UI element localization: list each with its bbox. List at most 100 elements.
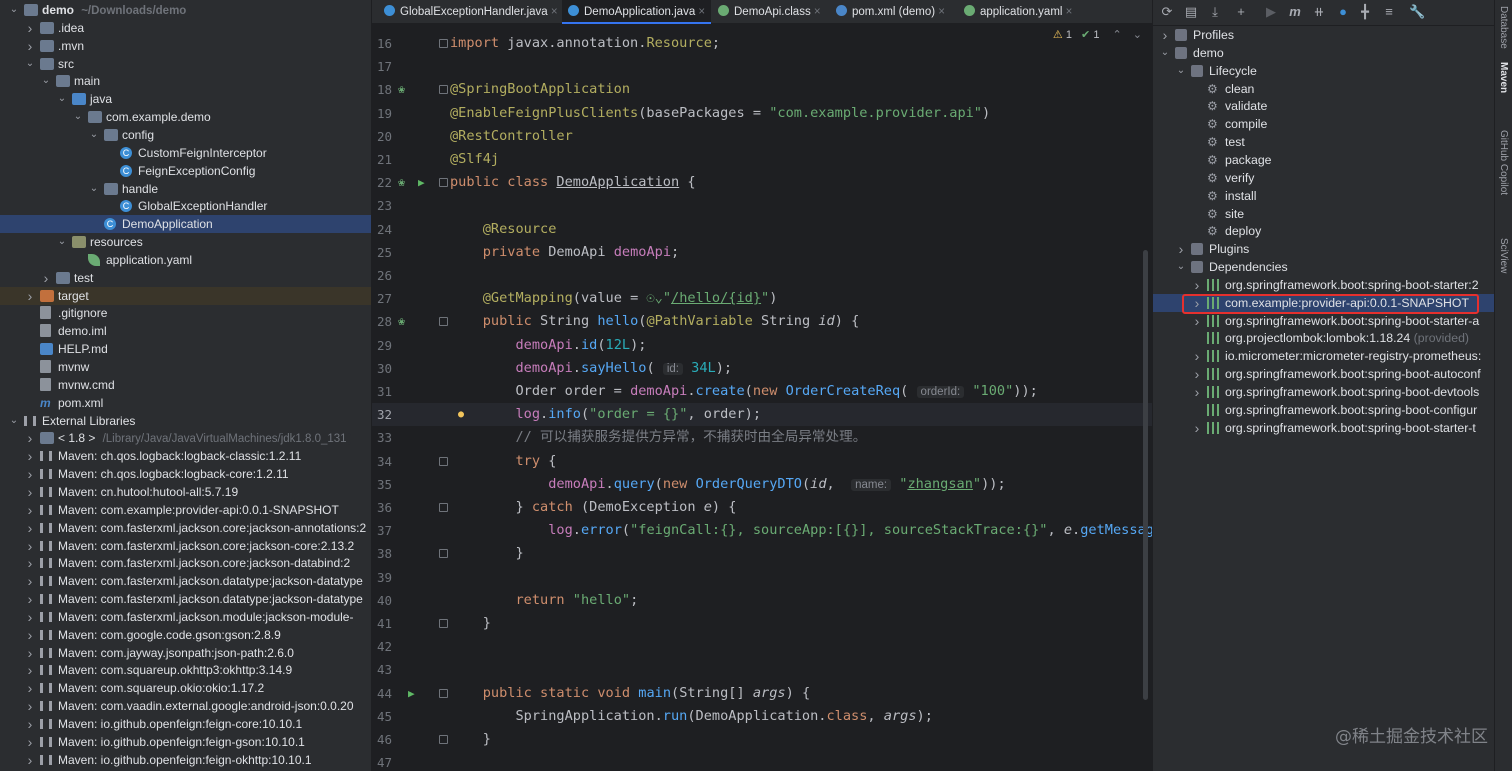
maven-tree-item[interactable]: ⚙ package (1153, 151, 1494, 169)
close-icon[interactable]: × (695, 6, 705, 18)
tree-item[interactable]: › Maven: com.squareup.okhttp3:okhttp:3.14… (0, 661, 371, 679)
tree-item[interactable]: › .idea (0, 19, 371, 37)
chevron-down-icon[interactable]: ⌄ (56, 90, 68, 108)
spring-bean-icon[interactable]: ❀ (398, 78, 405, 101)
tree-item[interactable]: › Maven: com.google.code.gson:gson:2.8.9 (0, 626, 371, 644)
code-line[interactable]: 19 @EnableFeignPlusClients(basePackages =… (372, 102, 1152, 125)
tool-window-database[interactable]: Database (1498, 6, 1509, 49)
chevron-right-icon[interactable]: › (24, 501, 36, 519)
tree-item[interactable]: › Maven: com.fasterxml.jackson.core:jacks… (0, 519, 371, 537)
fold-marker-icon[interactable] (439, 503, 448, 512)
tree-item[interactable]: ⌄ java (0, 90, 371, 108)
chevron-right-icon[interactable]: › (1191, 312, 1203, 330)
tree-item[interactable]: › Maven: io.github.openfeign:feign-gson:1… (0, 733, 371, 751)
tree-item[interactable]: C FeignExceptionConfig (0, 162, 371, 180)
chevron-right-icon[interactable]: › (24, 572, 36, 590)
code-line[interactable]: 39 (372, 566, 1152, 589)
tree-item[interactable]: › Maven: io.github.openfeign:feign-core:1… (0, 715, 371, 733)
chevron-right-icon[interactable]: › (24, 644, 36, 662)
spring-bean-icon[interactable]: ❀ (398, 310, 405, 333)
tree-item[interactable]: › Maven: com.fasterxml.jackson.module:jac… (0, 608, 371, 626)
chevron-right-icon[interactable]: › (24, 751, 36, 769)
tree-item[interactable]: › Maven: com.example:provider-api:0.0.1-S… (0, 501, 371, 519)
code-line[interactable]: 36 } catch (DemoException e) { (372, 496, 1152, 519)
code-line[interactable]: 43 (372, 658, 1152, 681)
chevron-down-icon[interactable]: ⌄ (88, 126, 100, 144)
tree-item[interactable]: demo.iml (0, 322, 371, 340)
chevron-right-icon[interactable]: › (24, 590, 36, 608)
code-line[interactable]: 45 SpringApplication.run(DemoApplication… (372, 705, 1152, 728)
chevron-down-icon[interactable]: ⌄ (72, 108, 84, 126)
chevron-right-icon[interactable]: › (1191, 383, 1203, 401)
tree-item[interactable]: mvnw.cmd (0, 376, 371, 394)
close-icon[interactable]: × (935, 6, 945, 18)
code-line[interactable]: 29 demoApi.id(12L); (372, 334, 1152, 357)
maven-tree-item[interactable]: ⌄ demo (1153, 44, 1494, 62)
tab-demoapi-class[interactable]: DemoApi.class × (712, 0, 827, 24)
chevron-right-icon[interactable]: › (24, 697, 36, 715)
tool-window-sciview[interactable]: SciView (1498, 238, 1509, 273)
chevron-right-icon[interactable]: › (24, 287, 36, 305)
code-line[interactable]: 46 } (372, 728, 1152, 751)
spring-bean-icon[interactable]: ❀ (398, 171, 405, 194)
close-icon[interactable]: × (1062, 6, 1073, 18)
tree-item[interactable]: › Maven: com.fasterxml.jackson.datatype:j… (0, 590, 371, 608)
chevron-down-icon[interactable]: ⌄ (1159, 44, 1171, 62)
tool-window-github-copilot[interactable]: GitHub Copilot (1498, 130, 1509, 195)
chevron-down-icon[interactable]: ⌄ (24, 55, 36, 73)
maven-tree-item[interactable]: › org.springframework.boot:spring-boot-de… (1153, 383, 1494, 401)
chevron-right-icon[interactable]: › (1191, 347, 1203, 365)
fold-marker-icon[interactable] (439, 317, 448, 327)
code-editor[interactable]: ⚠ 1 ✔ 1 ⌃ ⌄ 16 import javax.annotation.Re… (372, 24, 1152, 771)
code-line[interactable]: 22 ❀ ▶ public class DemoApplication { (372, 171, 1152, 194)
code-line[interactable]: 26 (372, 264, 1152, 287)
chevron-right-icon[interactable]: › (24, 447, 36, 465)
maven-tree-item[interactable]: › org.springframework.boot:spring-boot-st… (1153, 276, 1494, 294)
tree-item[interactable]: ⌄ main (0, 72, 371, 90)
maven-tree-item[interactable]: ⚙ verify (1153, 169, 1494, 187)
maven-tree-item[interactable]: › Plugins (1153, 240, 1494, 258)
tree-item[interactable]: ⌄ src (0, 55, 371, 73)
code-line[interactable]: 18 ❀ @SpringBootApplication (372, 78, 1152, 101)
code-line[interactable]: 41 } (372, 612, 1152, 635)
chevron-right-icon[interactable]: › (24, 733, 36, 751)
chevron-down-icon[interactable]: ⌄ (40, 72, 52, 90)
tree-item[interactable]: ⌄ config (0, 126, 371, 144)
chevron-right-icon[interactable]: › (24, 19, 36, 37)
tool-window-maven[interactable]: Maven (1498, 62, 1509, 93)
chevron-right-icon[interactable]: › (24, 519, 36, 537)
chevron-right-icon[interactable]: › (1159, 26, 1171, 44)
tree-item[interactable]: › test (0, 269, 371, 287)
fold-marker-icon[interactable] (439, 619, 448, 628)
add-icon[interactable]: + (1233, 4, 1249, 20)
chevron-down-icon[interactable]: ⌄ (1175, 62, 1187, 80)
tree-item[interactable]: ⌄ com.example.demo (0, 108, 371, 126)
code-line[interactable]: 40 return "hello"; (372, 589, 1152, 612)
chevron-right-icon[interactable]: › (24, 429, 36, 447)
maven-tree-item[interactable]: ⌄ Lifecycle (1153, 62, 1494, 80)
chevron-down-icon[interactable]: ⌄ (56, 233, 68, 251)
fold-marker-icon[interactable] (439, 39, 448, 48)
maven-goal-icon[interactable]: m (1287, 4, 1303, 20)
maven-tree-item[interactable]: › org.springframework.boot:spring-boot-au… (1153, 365, 1494, 383)
tree-item[interactable]: ⌄ handle (0, 180, 371, 198)
chevron-right-icon[interactable]: › (24, 537, 36, 555)
code-line[interactable]: 38 } (372, 542, 1152, 565)
fold-marker-icon[interactable] (439, 178, 448, 188)
maven-tree-item[interactable]: › org.springframework.boot:spring-boot-st… (1153, 419, 1494, 437)
tree-item[interactable]: m pom.xml (0, 394, 371, 412)
code-line[interactable]: 23 (372, 194, 1152, 217)
maven-tree-item[interactable]: ⌄ Dependencies (1153, 258, 1494, 276)
tree-item[interactable]: ⌄ demo ~/Downloads/demo (0, 1, 371, 19)
code-line[interactable]: 30 demoApi.sayHello( id: 34L); (372, 357, 1152, 380)
tree-item[interactable]: › Maven: com.fasterxml.jackson.datatype:j… (0, 572, 371, 590)
maven-tree-item[interactable]: ⚙ install (1153, 187, 1494, 205)
code-line[interactable]: 20 @RestController (372, 125, 1152, 148)
chevron-right-icon[interactable]: › (1191, 365, 1203, 383)
code-line[interactable]: 34 try { (372, 450, 1152, 473)
code-line[interactable]: 44 ▶ public static void main(String[] arg… (372, 682, 1152, 705)
toggle-offline-icon[interactable]: ⧺ (1311, 4, 1327, 20)
chevron-down-icon[interactable]: ⌄ (8, 412, 20, 430)
chevron-right-icon[interactable]: › (24, 465, 36, 483)
collapse-all-icon[interactable]: ≡ (1381, 4, 1397, 20)
